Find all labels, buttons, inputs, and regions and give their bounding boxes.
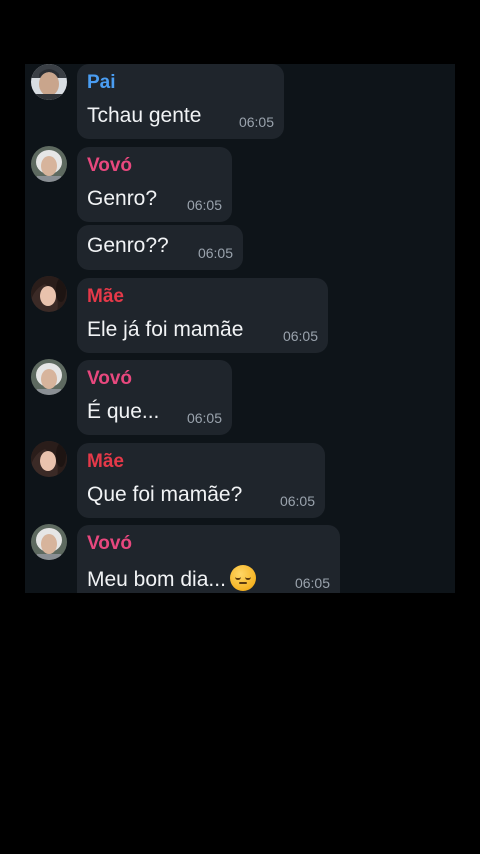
message-time: 06:05 <box>186 410 222 426</box>
avatar-mae[interactable] <box>31 441 67 477</box>
message-bubble[interactable]: Vovó Meu bom dia... 06:05 <box>77 525 340 593</box>
message-bubble[interactable]: Genro?? 06:05 <box>77 225 243 270</box>
avatar-mae[interactable] <box>31 276 67 312</box>
message-text: Que foi mamãe? <box>87 483 243 506</box>
message-text-row: Meu bom dia... <box>87 565 256 592</box>
pensive-face-emoji <box>229 565 256 591</box>
sender-name: Mãe <box>87 286 124 307</box>
avatar-vovo[interactable] <box>31 146 67 182</box>
message-bubble[interactable]: Mãe Ele já foi mamãe 06:05 <box>77 278 328 353</box>
message-time: 06:05 <box>282 328 318 344</box>
message-text: É que... <box>87 400 160 423</box>
message-bubble[interactable]: Mãe Que foi mamãe? 06:05 <box>77 443 325 518</box>
avatar-mae-image <box>31 441 67 477</box>
avatar-vovo-image <box>31 146 67 182</box>
avatar-pai-image <box>31 64 67 100</box>
sender-name: Pai <box>87 72 116 93</box>
avatar-mae-image <box>31 276 67 312</box>
message-time: 06:05 <box>197 245 233 261</box>
sender-name: Vovó <box>87 155 133 176</box>
message-time: 06:05 <box>294 575 330 591</box>
message-time: 06:05 <box>238 114 274 130</box>
sender-name: Mãe <box>87 451 124 472</box>
message-text: Tchau gente <box>87 104 202 127</box>
avatar-vovo-image <box>31 359 67 395</box>
message-text: Ele já foi mamãe <box>87 318 244 341</box>
avatar-vovo[interactable] <box>31 359 67 395</box>
chat-screen: Pai Tchau gente 06:05 Vovó Genro? 06:05 … <box>25 64 455 593</box>
message-bubble[interactable]: Vovó Genro? 06:05 <box>77 147 232 222</box>
sender-name: Vovó <box>87 368 133 389</box>
avatar-pai[interactable] <box>31 64 67 100</box>
avatar-vovo-image <box>31 524 67 560</box>
message-bubble[interactable]: Pai Tchau gente 06:05 <box>77 64 284 139</box>
sender-name: Vovó <box>87 533 133 554</box>
message-text: Genro?? <box>87 234 169 257</box>
message-time: 06:05 <box>186 197 222 213</box>
message-bubble[interactable]: Vovó É que... 06:05 <box>77 360 232 435</box>
avatar-vovo[interactable] <box>31 524 67 560</box>
message-text: Meu bom dia... <box>87 568 226 591</box>
message-time: 06:05 <box>279 493 315 509</box>
message-text: Genro? <box>87 187 158 210</box>
